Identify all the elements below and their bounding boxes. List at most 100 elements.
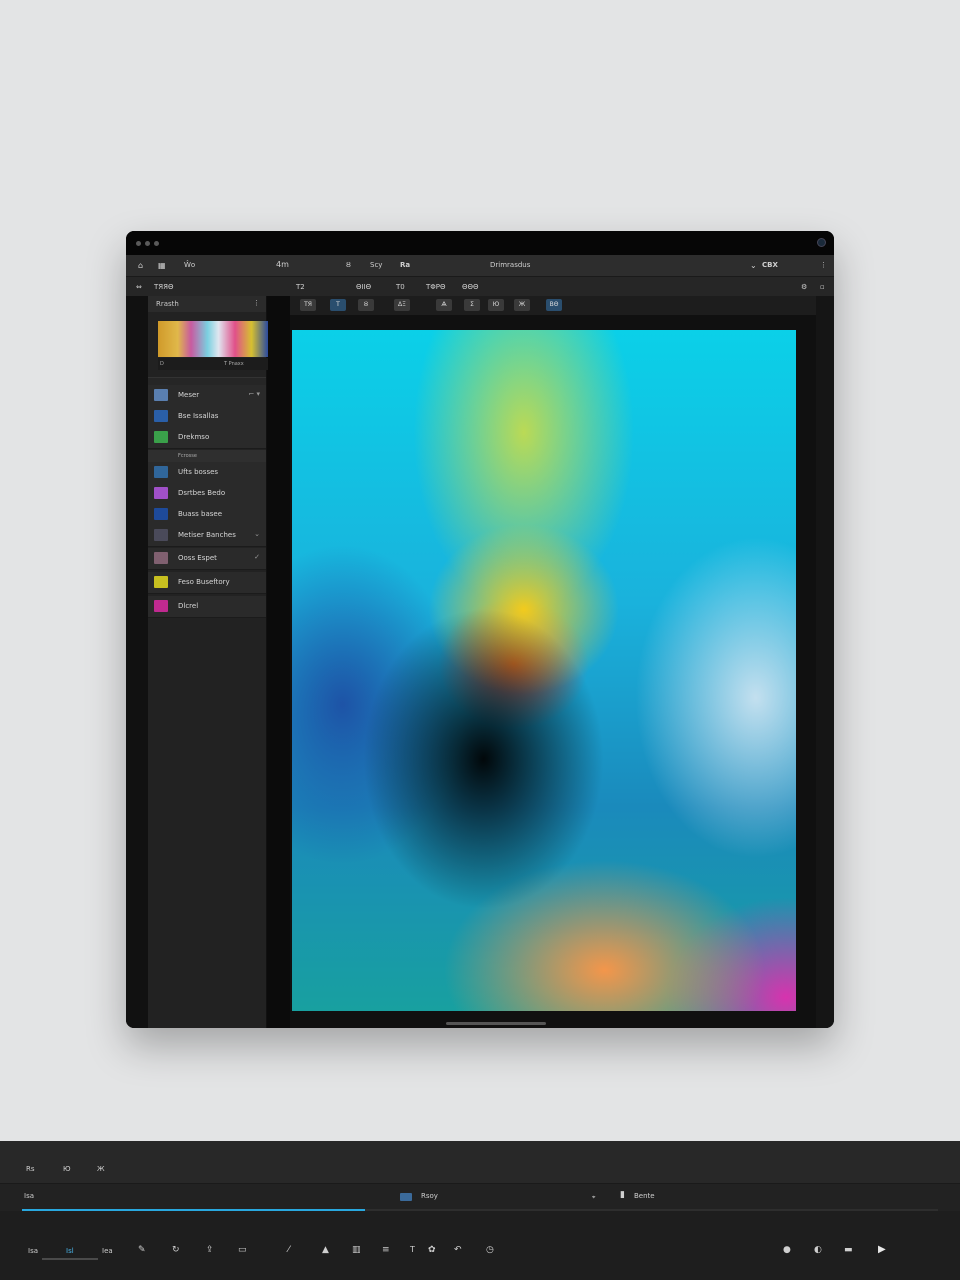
layer-name: Dlcrel [178,602,199,610]
layer-name: Metiser Banches [178,531,236,539]
layer-visibility-icon[interactable]: ⌐ ▾ [248,390,260,398]
tool-button-1[interactable]: ТЯ [300,299,316,311]
bottom-row-top: Rs Ю Ж [0,1141,960,1183]
layer-name: Dsrtbes Bedo [178,489,226,497]
tool-button-5[interactable]: Ѧ [436,299,452,311]
undo-icon[interactable]: ↶ [454,1245,462,1255]
menu-item-1[interactable]: 4m [276,260,289,269]
menu-item-2[interactable]: Ȣ [346,261,351,269]
zoom-label[interactable]: CBX [762,261,778,269]
close-icon[interactable]: ▫ [820,283,825,291]
status-right[interactable]: Bente [634,1192,655,1200]
menu-item-3[interactable]: Ѕcy [370,261,382,269]
layer-row[interactable]: Drekmso [148,427,266,449]
canvas-scrollbar[interactable] [446,1022,546,1025]
refresh-icon[interactable]: ↻ [172,1245,180,1255]
settings-icon[interactable]: ⚙ [801,283,807,291]
more-icon[interactable]: ⋮ [820,261,827,269]
play-icon[interactable]: ▶ [878,1244,886,1255]
tool-button-9[interactable]: ΒΘ [546,299,562,311]
right-rail [816,296,834,1028]
layer-row[interactable]: Dlcrel [148,596,266,618]
tool-label[interactable]: Ŵo [184,261,195,269]
menu-bar: ⌂ ▦ Ŵo 4m Ȣ Ѕcy Ra Drimrasdus ⌄ CBX ⋮ [126,255,834,277]
option-3[interactable]: ΘΙΙΘ [356,283,371,291]
gear-icon[interactable]: ✿ [428,1245,436,1255]
bottom-toolbar: Rs Ю Ж Isa Rsoy ⌖ ▮ Bente Ιsa Ιsl Ιea ✎ … [0,1141,960,1280]
layer-name: Meser [178,391,200,399]
move-icon[interactable]: ⇔ [136,283,142,291]
layer-group-header[interactable]: Fcrosse [148,450,266,462]
pointer-icon: ⌖ [592,1194,596,1201]
control-label-1[interactable]: Ιsa [28,1247,38,1255]
status-mid[interactable]: Rsoy [421,1192,438,1200]
chevron-down-icon[interactable]: ⌄ [254,530,260,538]
layer-name: Ooss Espet [178,554,217,562]
title-bar [126,231,834,255]
options-bar: ⇔ ТЯЯΘ T2 ΘΙΙΘ T0 TΦΡΘ ΘΘΘ ⚙ ▫ [126,277,834,296]
timer-icon[interactable]: ◷ [486,1245,494,1255]
type-icon[interactable]: T [410,1245,415,1254]
layer-name: Drekmso [178,433,210,441]
share-icon[interactable]: ⇪ [206,1245,214,1255]
layer-row[interactable]: Bse Issallas [148,406,266,428]
layer-thumbnail [154,529,168,541]
tool-button-7[interactable]: Ю [488,299,504,311]
tool-button-8[interactable]: Ж [514,299,530,311]
option-6[interactable]: ΘΘΘ [462,283,479,291]
layer-thumbnail [154,508,168,520]
tool-button-3[interactable]: Ȣ [358,299,374,311]
bottom-item-1[interactable]: Rs [26,1165,35,1173]
artboard-canvas[interactable] [292,330,796,1011]
layer-row[interactable]: Meser ⌐ ▾ [148,385,266,407]
option-1[interactable]: ТЯЯΘ [154,283,174,291]
window-zoom-dot[interactable] [154,241,159,246]
control-label-2[interactable]: Ιsl [66,1247,74,1255]
record-icon[interactable]: ◐ [814,1245,822,1255]
layer-row[interactable]: Ooss Espet ✓ [148,548,266,570]
grid-icon[interactable]: ▦ [158,261,166,270]
chevron-icon[interactable]: ⌄ [750,261,757,270]
thumbnail-caption-right: T Pnaxx [224,361,244,367]
pen-icon[interactable]: ✎ [138,1245,146,1255]
tool-button-4[interactable]: ΔΞ [394,299,410,311]
layer-thumbnail [154,389,168,401]
control-label-3[interactable]: Ιea [102,1247,113,1255]
screen-icon[interactable] [400,1193,412,1201]
bucket-icon[interactable]: ▲ [322,1245,329,1255]
layers-panel: Rrasth ⋮ D T Pnaxx Meser ⌐ ▾ Bse Issalla… [148,296,268,1028]
option-2[interactable]: T2 [296,283,305,291]
panel-title: Rrasth [156,300,179,308]
document-thumbnail[interactable] [158,321,268,357]
layer-row[interactable]: Ufts bosses [148,462,266,484]
layer-row[interactable]: Feso Buseftory [148,572,266,594]
check-icon[interactable]: ✓ [254,553,260,561]
tool-rail [126,296,148,1028]
page-icon[interactable]: ▮ [620,1190,625,1200]
tool-options-row: ТЯ Т Ȣ ΔΞ Ѧ Σ Ю Ж ΒΘ [290,296,816,315]
layer-row[interactable]: Dsrtbes Bedo [148,483,266,505]
layer-thumbnail [154,410,168,422]
panel-menu-icon[interactable]: ⋮ [253,299,260,307]
window-close-dot[interactable] [136,241,141,246]
layer-name: Feso Buseftory [178,578,230,586]
bottom-item-2[interactable]: Ю [63,1165,71,1173]
tool-button-6[interactable]: Σ [464,299,480,311]
frame-icon[interactable]: ▭ [238,1245,247,1255]
columns-icon[interactable]: ▥ [352,1245,361,1255]
menu-item-4[interactable]: Ra [400,261,410,269]
layers-icon[interactable]: ≡ [382,1245,390,1255]
layer-thumbnail [154,552,168,564]
tool-button-2[interactable]: Т [330,299,346,311]
circle-icon[interactable]: ● [783,1245,791,1255]
layer-row[interactable]: Buass basee [148,504,266,526]
layer-thumbnail [154,431,168,443]
brush-icon[interactable]: ⁄ [288,1245,290,1255]
window-minimize-dot[interactable] [145,241,150,246]
option-4[interactable]: T0 [396,283,405,291]
bottom-item-3[interactable]: Ж [97,1165,105,1173]
home-icon[interactable]: ⌂ [138,261,143,270]
option-5[interactable]: TΦΡΘ [426,283,446,291]
layer-row[interactable]: Metiser Banches ⌄ [148,525,266,547]
film-icon[interactable]: ▬ [844,1245,853,1255]
